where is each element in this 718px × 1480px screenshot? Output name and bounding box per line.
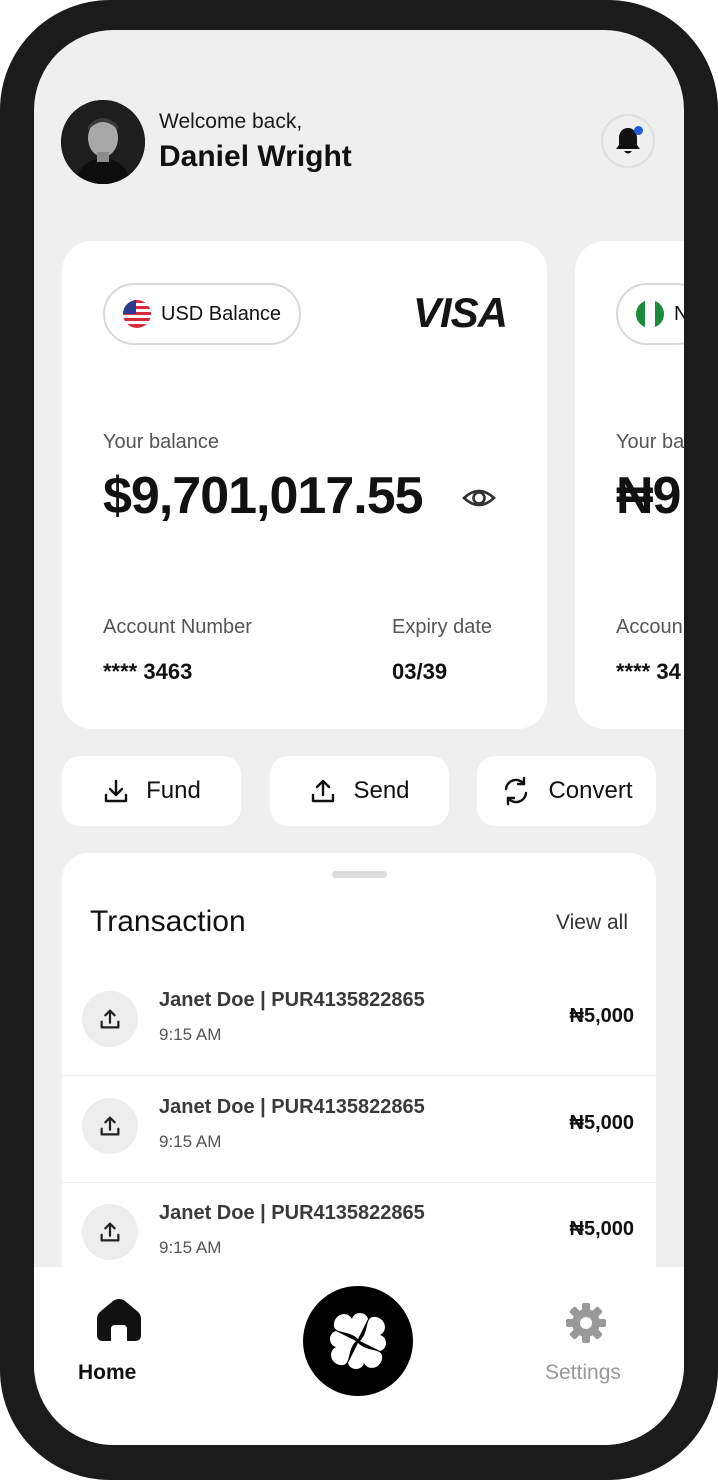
currency-selector-ngn[interactable]: N — [616, 283, 684, 345]
nav-home-label[interactable]: Home — [78, 1361, 136, 1385]
transactions-title: Transaction — [90, 905, 246, 938]
nav-settings[interactable] — [564, 1301, 608, 1350]
eye-icon[interactable] — [462, 481, 496, 515]
gear-icon — [566, 1303, 606, 1343]
convert-button[interactable]: Convert — [477, 756, 656, 826]
upload-icon — [312, 779, 335, 803]
upload-icon — [82, 1204, 138, 1260]
send-button[interactable]: Send — [270, 756, 449, 826]
avatar-photo — [61, 100, 145, 184]
fund-label: Fund — [146, 777, 201, 804]
transaction-row[interactable]: Janet Doe | PUR4135822865 9:15 AM ₦5,000 — [62, 969, 656, 1076]
transaction-name: Janet Doe | PUR4135822865 — [159, 989, 425, 1011]
transaction-time: 9:15 AM — [159, 1238, 222, 1257]
upload-icon — [82, 991, 138, 1047]
drag-handle[interactable] — [332, 871, 387, 878]
transaction-name: Janet Doe | PUR4135822865 — [159, 1202, 425, 1224]
account-number: **** 3463 — [103, 659, 193, 684]
user-name: Daniel Wright — [159, 140, 352, 173]
convert-label: Convert — [548, 777, 633, 804]
us-flag-icon — [123, 300, 151, 328]
balance-amount: ₦9, — [616, 467, 684, 525]
download-icon — [104, 779, 128, 803]
balance-label: Your balance — [103, 431, 220, 453]
currency-selector[interactable]: USD Balance — [103, 283, 302, 345]
balance-amount: $9,701,017.55 — [103, 467, 424, 525]
transaction-time: 9:15 AM — [159, 1025, 222, 1044]
ng-flag-icon — [636, 300, 664, 328]
bottom-nav: Home Settings — [34, 1267, 684, 1445]
currency-label: USD Balance — [161, 302, 282, 325]
balance-card-usd[interactable]: USD Balance VISA Your balance $9,701,017… — [62, 241, 547, 729]
transaction-amount: ₦5,000 — [569, 1005, 635, 1027]
home-icon — [97, 1299, 141, 1341]
transaction-row[interactable]: Janet Doe | PUR4135822865 9:15 AM ₦5,000 — [62, 1076, 656, 1183]
currency-label: N — [674, 302, 684, 325]
nav-home[interactable] — [84, 1295, 154, 1348]
center-action-button[interactable] — [303, 1286, 413, 1396]
avatar[interactable] — [61, 100, 145, 184]
notification-dot — [634, 126, 643, 135]
transaction-amount: ₦5,000 — [569, 1218, 635, 1240]
transaction-amount: ₦5,000 — [569, 1112, 635, 1134]
balance-card-ngn[interactable]: N Your ba ₦9, Accoun **** 34 — [575, 241, 684, 729]
visa-logo: VISA — [412, 289, 508, 336]
phone-frame: Welcome back, Daniel Wright USD Balance … — [0, 0, 718, 1480]
notification-button[interactable] — [601, 114, 655, 168]
account-number: **** 34 — [616, 659, 681, 684]
welcome-text: Welcome back, — [159, 110, 303, 133]
transaction-name: Janet Doe | PUR4135822865 — [159, 1096, 425, 1118]
send-label: Send — [353, 777, 410, 804]
account-number-label: Accoun — [616, 616, 683, 638]
clover-icon — [330, 1313, 386, 1369]
fund-button[interactable]: Fund — [62, 756, 241, 826]
expiry-date: 03/39 — [392, 659, 448, 684]
app-screen: Welcome back, Daniel Wright USD Balance … — [34, 30, 684, 1445]
view-all-link[interactable]: View all — [556, 911, 628, 935]
account-number-label: Account Number — [103, 616, 252, 638]
upload-icon — [82, 1098, 138, 1154]
refresh-icon — [505, 776, 528, 806]
balance-label: Your ba — [616, 431, 684, 453]
expiry-label: Expiry date — [392, 616, 493, 638]
transaction-time: 9:15 AM — [159, 1132, 222, 1151]
nav-settings-label[interactable]: Settings — [545, 1361, 621, 1385]
